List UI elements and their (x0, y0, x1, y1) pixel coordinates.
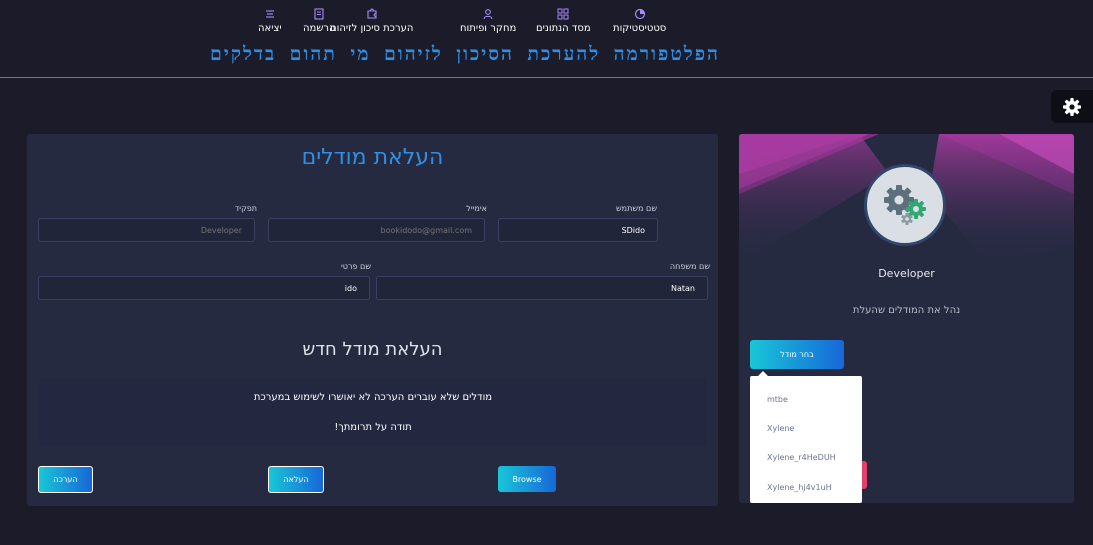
register-icon (314, 8, 324, 20)
evaluate-button[interactable]: הערכה (38, 466, 93, 493)
nav-label: סטטיסטיקות (613, 23, 667, 34)
email-field[interactable] (268, 218, 485, 242)
select-model-button[interactable]: בחר מודל (750, 340, 844, 369)
settings-button[interactable] (1051, 90, 1093, 123)
site-title: הפלטפורמה להערכת הסיכון לזיהום מי תהום ב… (210, 43, 720, 65)
top-navbar: סטטיסטיקות מסד הנתונים מחקר ופיתוח הערכת… (0, 0, 1093, 80)
notice-line-1: מודלים שלא עוברים הערכה לא יאושרו לשימוש… (253, 392, 493, 403)
notice-line-2: תודה על תרומתך! (334, 422, 412, 433)
nav-label: מסד הנתונים (536, 23, 591, 34)
upload-button[interactable]: העלאה (268, 466, 324, 493)
upload-models-title: העלאת מודלים (301, 145, 444, 170)
nav-item-research[interactable]: מחקר ופיתוח (460, 8, 516, 36)
gear-icon (1063, 97, 1081, 116)
username-label: שם משתמש (616, 204, 657, 213)
nav-item-logout[interactable]: יציאה (258, 8, 282, 36)
manage-models-text: נהל את המודלים שהעלת (852, 305, 961, 316)
logout-icon (265, 10, 274, 18)
email-label: אימייל (466, 204, 487, 213)
first-name-label: שם פרטי (340, 262, 371, 271)
database-icon (557, 8, 569, 20)
nav-item-statistics[interactable]: סטטיסטיקות (613, 8, 666, 36)
nav-item-register[interactable]: הרשמה (303, 8, 336, 36)
nav-label: מחקר ופיתוח (460, 23, 517, 34)
dropdown-item[interactable]: mtbe (767, 395, 788, 404)
avatar (864, 164, 946, 246)
nav-label: הרשמה (303, 23, 336, 34)
first-name-field[interactable] (38, 276, 370, 300)
last-name-field[interactable] (376, 276, 708, 300)
role-field[interactable] (38, 218, 255, 242)
puzzle-icon (367, 8, 377, 19)
role-label: תפקיד (234, 204, 257, 213)
user-icon (483, 9, 493, 20)
nav-item-risk-assessment[interactable]: הערכת סיכון לזיהום (330, 8, 413, 36)
nav-label: יציאה (258, 23, 282, 34)
last-name-label: שם משפחה (669, 262, 710, 271)
dropdown-caret (758, 371, 768, 376)
model-dropdown: mtbe Xylene Xylene_r4HeDUH Xylene_hj4v1u… (750, 371, 862, 503)
profile-role: Developer (878, 267, 935, 280)
new-model-title: העלאת מודל חדש (302, 339, 443, 360)
username-field[interactable] (498, 218, 658, 242)
dropdown-item[interactable]: Xylene_r4HeDUH (767, 453, 836, 462)
browse-button[interactable]: Browse (498, 466, 556, 492)
gears-icon (884, 185, 926, 225)
dropdown-item[interactable]: Xylene (767, 424, 794, 433)
notice-box: מודלים שלא עוברים הערכה לא יאושרו לשימוש… (39, 379, 707, 445)
nav-divider (0, 77, 1093, 78)
nav-label: הערכת סיכון לזיהום (330, 23, 414, 34)
pie-chart-icon (634, 8, 645, 20)
upload-models-card: העלאת מודלים שם משתמש אימייל תפקיד שם מש… (27, 134, 718, 506)
nav-item-database[interactable]: מסד הנתונים (536, 8, 591, 36)
dropdown-item[interactable]: Xylene_hj4v1uH (767, 483, 832, 492)
